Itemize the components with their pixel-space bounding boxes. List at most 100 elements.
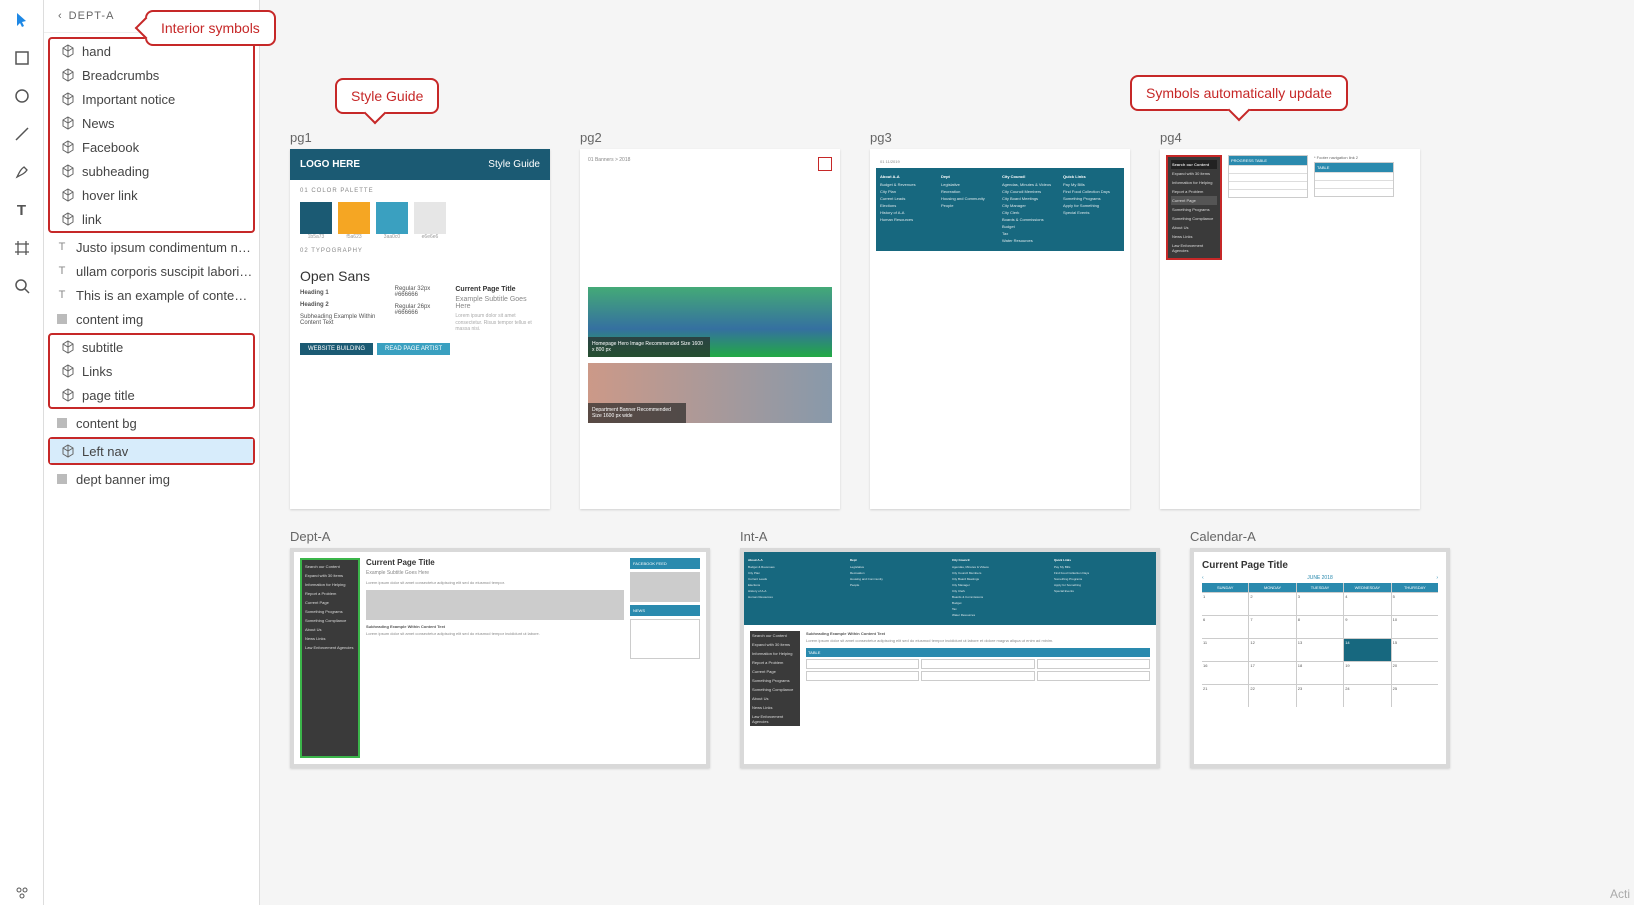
layer-item[interactable]: subtitle	[50, 335, 253, 359]
layer-label: Links	[82, 364, 112, 379]
calendar-month: JUNE 2018	[1307, 575, 1333, 581]
symbol-icon	[60, 115, 76, 131]
layer-item[interactable]: News	[50, 111, 253, 135]
left-nav-symbol: Search our ContentExpand with 30 itemsIn…	[300, 558, 360, 758]
artboard-label[interactable]: pg3	[870, 130, 1130, 149]
layer-label: News	[82, 116, 115, 131]
left-nav-symbol: Search our ContentExpand with 30 itemsIn…	[1166, 155, 1222, 260]
layer-label: page title	[82, 388, 135, 403]
symbol-icon	[60, 43, 76, 59]
layer-item[interactable]: T Justo ipsum condimentum nisi, i...	[44, 235, 259, 259]
artboard-int-a[interactable]: Int-A About A-ABudget & RevenuesCity Pla…	[740, 529, 1160, 768]
line-icon	[14, 126, 30, 142]
watermark: Acti	[1610, 887, 1630, 901]
font-name: Open Sans	[300, 268, 385, 284]
layer-item[interactable]: content bg	[44, 411, 259, 435]
line-tool[interactable]	[10, 122, 34, 146]
artboard-dept-a[interactable]: Dept-A Search our ContentExpand with 30 …	[290, 529, 710, 768]
artboard-label[interactable]: Calendar-A	[1190, 529, 1450, 548]
layer-item[interactable]: page title	[50, 383, 253, 407]
artboard-icon	[14, 240, 30, 256]
symbol-icon	[60, 187, 76, 203]
rect-icon	[54, 471, 70, 487]
rectangle-tool[interactable]	[10, 46, 34, 70]
layer-item[interactable]: Facebook	[50, 135, 253, 159]
zoom-icon	[14, 278, 30, 294]
zoom-tool[interactable]	[10, 274, 34, 298]
layer-label: hand	[82, 44, 111, 59]
pointer-icon	[14, 12, 30, 28]
artboard-pg2[interactable]: pg2 01 Banners > 2018 Homepage Hero Imag…	[580, 130, 840, 509]
text-icon: T	[54, 263, 70, 279]
data-table: TABLE	[1314, 162, 1394, 197]
layer-label: content bg	[76, 416, 137, 431]
button-secondary: READ PAGE ARTIST	[377, 343, 450, 355]
layer-item[interactable]: Left nav	[50, 439, 253, 463]
symbol-icon	[60, 211, 76, 227]
select-tool[interactable]	[10, 8, 34, 32]
layer-item[interactable]: Tullam corporis suscipit laboriosa...	[44, 259, 259, 283]
layer-item[interactable]: hover link	[50, 183, 253, 207]
layer-item[interactable]: T This is an example of content tex...	[44, 283, 259, 307]
layer-label: hover link	[82, 188, 138, 203]
text-tool[interactable]: T	[10, 198, 34, 222]
mega-nav: About A-ABudget & RevenuesCity PlanCurre…	[744, 552, 1156, 625]
page-title: Current Page Title	[1202, 560, 1438, 571]
layer-item[interactable]: Links	[50, 359, 253, 383]
calendar-grid: SUNDAYMONDAYTUESDAYWEDNESDAYTHURSDAY1234…	[1202, 583, 1438, 707]
callout-interior-symbols: Interior symbols	[145, 10, 276, 46]
artboard-pg3[interactable]: pg3 01 11/2019 About A-ABudget & Revenue…	[870, 130, 1130, 509]
layer-item[interactable]: link	[50, 207, 253, 231]
news-widget: NEWS	[630, 605, 700, 616]
text-icon: T	[54, 239, 70, 255]
layer-label: link	[82, 212, 102, 227]
symbol-icon	[60, 139, 76, 155]
layer-item[interactable]: dept banner img	[44, 467, 259, 491]
artboard-label[interactable]: Int-A	[740, 529, 1160, 548]
square-icon	[14, 50, 30, 66]
artboard-label[interactable]: Dept-A	[290, 529, 710, 548]
symbol-icon	[60, 339, 76, 355]
layer-item[interactable]: content img	[44, 307, 259, 331]
assets-tool[interactable]	[10, 881, 34, 905]
text-icon: T	[54, 287, 70, 303]
mega-nav: About A-ABudget & RevenuesCity PlanCurre…	[876, 168, 1124, 251]
layer-label: Facebook	[82, 140, 139, 155]
layer-label: ullam corporis suscipit laboriosa...	[76, 264, 253, 279]
layer-item[interactable]: Important notice	[50, 87, 253, 111]
button-primary: WEBSITE BUILDING	[300, 343, 373, 355]
symbol-icon	[60, 91, 76, 107]
artboard-pg1[interactable]: pg1 LOGO HERE Style Guide 01 COLOR PALET…	[290, 130, 550, 509]
callout-style-guide: Style Guide	[335, 78, 439, 114]
left-nav-symbol: Search our ContentExpand with 30 itemsIn…	[750, 631, 800, 726]
layer-label: subheading	[82, 164, 149, 179]
layer-label: Justo ipsum condimentum nisi, i...	[76, 240, 253, 255]
symbol-icon	[60, 443, 76, 459]
symbol-icon	[60, 363, 76, 379]
pen-tool[interactable]	[10, 160, 34, 184]
layer-label: Important notice	[82, 92, 175, 107]
artboard-tool[interactable]	[10, 236, 34, 260]
layer-label: subtitle	[82, 340, 123, 355]
artboard-label[interactable]: pg4	[1160, 130, 1420, 149]
dept-banner-image: Department Banner Recommended Size 1600 …	[588, 363, 832, 423]
circle-icon	[14, 88, 30, 104]
symbol-icon	[60, 387, 76, 403]
back-chevron-icon[interactable]: ‹	[58, 10, 63, 22]
canvas[interactable]: pg1 LOGO HERE Style Guide 01 COLOR PALET…	[260, 0, 1634, 905]
artboard-calendar-a[interactable]: Calendar-A Current Page Title ‹ JUNE 201…	[1190, 529, 1450, 768]
assets-icon	[14, 885, 30, 901]
artboard-label[interactable]: pg2	[580, 130, 840, 149]
artboard-label[interactable]: pg1	[290, 130, 550, 149]
layer-label: Left nav	[82, 444, 128, 459]
layer-item[interactable]: Breadcrumbs	[50, 63, 253, 87]
left-toolbar: T	[0, 0, 44, 905]
layer-item[interactable]: subheading	[50, 159, 253, 183]
artboard-pg4[interactable]: pg4 Search our ContentExpand with 30 ite…	[1160, 130, 1420, 509]
pen-icon	[14, 164, 30, 180]
ellipse-tool[interactable]	[10, 84, 34, 108]
progress-table: PROGRESS TABLE	[1228, 155, 1308, 198]
page-title: Style Guide	[488, 159, 540, 170]
section-heading: 01 COLOR PALETTE	[290, 180, 550, 202]
layer-label: This is an example of content tex...	[76, 288, 253, 303]
